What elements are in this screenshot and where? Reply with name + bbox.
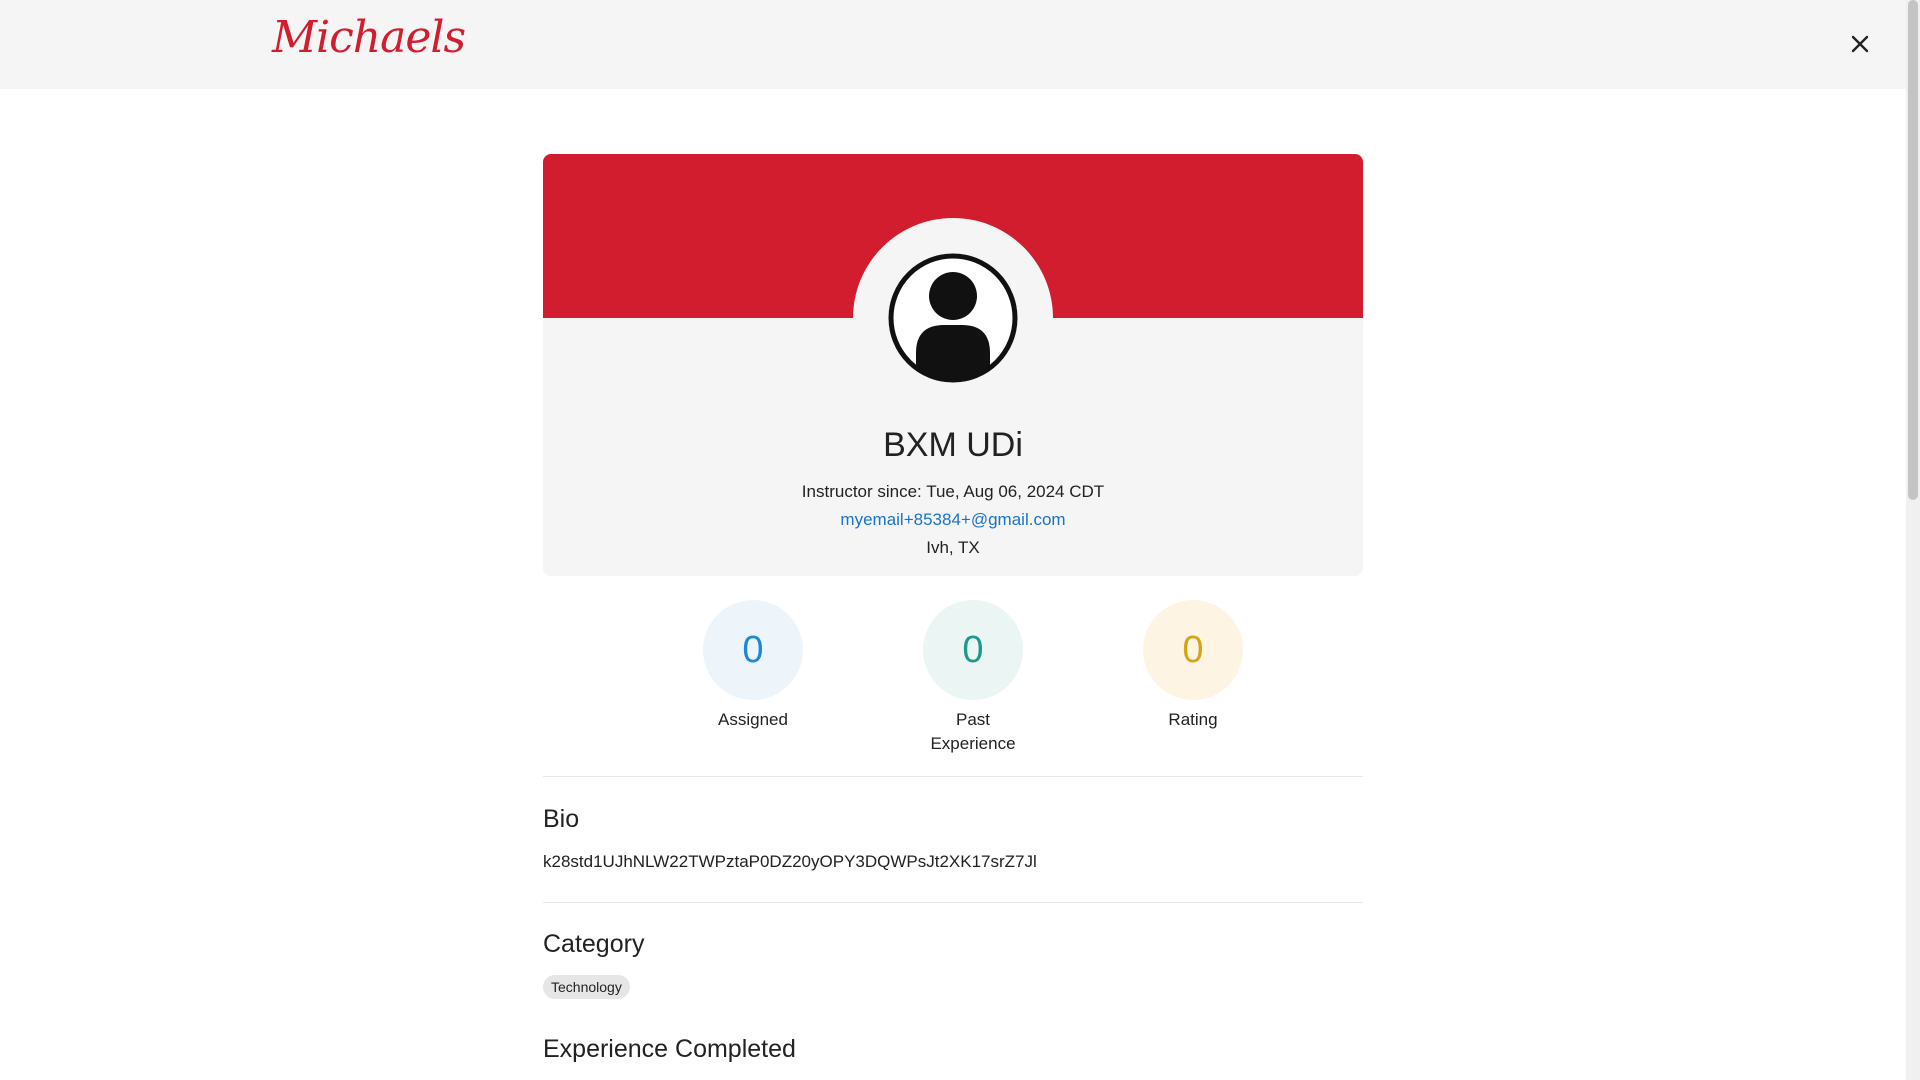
- stat-assigned: 0 Assigned: [673, 600, 833, 732]
- profile-content: BXM UDi Instructor since: Tue, Aug 06, 2…: [543, 154, 1363, 1064]
- instructor-name: BXM UDi: [883, 426, 1023, 464]
- category-chip: Technology: [543, 975, 630, 999]
- location: Ivh, TX: [926, 538, 980, 557]
- bio-title: Bio: [543, 805, 580, 833]
- category-title: Category: [543, 930, 645, 958]
- bio-section: Bio k28std1UJhNLW22TWPztaP0DZ20yOPY3DQWP…: [543, 777, 1363, 902]
- stats-row: 0 Assigned 0 Past Experience 0 Rating: [543, 576, 1363, 776]
- michaels-logo[interactable]: Michaels: [272, 12, 466, 63]
- profile-card: BXM UDi Instructor since: Tue, Aug 06, 2…: [543, 154, 1363, 576]
- stat-past-experience: 0 Past Experience: [893, 600, 1053, 756]
- stat-past-experience-label: Past Experience: [930, 710, 1016, 753]
- user-avatar-icon: [888, 253, 1018, 383]
- scrollbar-thumb[interactable]: [1908, 0, 1918, 500]
- top-header: Michaels: [0, 0, 1906, 89]
- stat-rating: 0 Rating: [1113, 600, 1273, 732]
- close-button[interactable]: [1846, 30, 1874, 58]
- stat-assigned-value: 0: [703, 600, 803, 700]
- email-link[interactable]: myemail+85384+@gmail.com: [543, 510, 1363, 530]
- stat-rating-label: Rating: [1168, 710, 1218, 729]
- bio-text: k28std1UJhNLW22TWPztaP0DZ20yOPY3DQWPsJt2…: [543, 852, 1037, 871]
- experience-completed-title: Experience Completed: [543, 1035, 796, 1063]
- category-section: Category Technology Experience Completed: [543, 903, 1363, 1064]
- stat-past-experience-value: 0: [923, 600, 1023, 700]
- instructor-since: Instructor since: Tue, Aug 06, 2024 CDT: [801, 482, 1105, 501]
- close-icon: [1851, 35, 1869, 53]
- stat-assigned-label: Assigned: [718, 710, 788, 729]
- stat-rating-value: 0: [1143, 600, 1243, 700]
